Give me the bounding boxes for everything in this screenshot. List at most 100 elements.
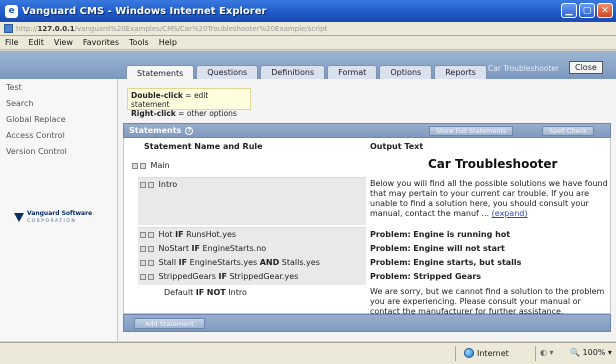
expand-plus-icon[interactable] [140, 245, 146, 252]
expand-plus-icon[interactable] [140, 181, 146, 188]
expand-plus-icon[interactable] [140, 273, 146, 280]
tab-strip: Statements Questions Definitions Format … [0, 51, 616, 80]
tab-list: Statements Questions Definitions Format … [126, 65, 487, 80]
problem-text: Stripped Gears [413, 272, 482, 281]
statement-row-default[interactable]: Default IF NOT Intro [164, 288, 247, 297]
window-title: Vanguard CMS - Windows Internet Explorer [22, 5, 267, 17]
intro-output-body: Below you will find all the possible sol… [370, 179, 608, 218]
tab-reports[interactable]: Reports [434, 65, 487, 79]
minimize-icon[interactable]: ▁ [561, 3, 577, 18]
maximize-icon[interactable]: ▢ [579, 3, 595, 18]
sidebar-item-version-control[interactable]: Version Control [6, 147, 67, 156]
statement-condition-2: Stalls.yes [281, 258, 320, 267]
problem-label: Problem: [370, 258, 411, 267]
menu-help[interactable]: Help [159, 38, 177, 47]
output-row-nostart: Problem: Engine will not start [370, 244, 608, 254]
keyword-not: NOT [206, 288, 226, 297]
statement-row-nostart[interactable]: NoStart IF EngineStarts.no [140, 244, 266, 253]
usage-hint: Double-click = edit statement Right-clic… [127, 88, 251, 118]
expand-plus-icon[interactable] [148, 245, 154, 252]
help-circle-icon[interactable]: ? [185, 126, 194, 135]
tab-statements[interactable]: Statements [126, 65, 195, 80]
statement-name: StrippedGears [158, 272, 216, 281]
statement-row-stall[interactable]: Stall IF EngineStarts.yes AND Stalls.yes [140, 258, 320, 267]
main-output-title: Car Troubleshooter [428, 157, 558, 171]
column-header-output: Output Text [370, 142, 424, 151]
sidebar-item-test[interactable]: Test [6, 83, 22, 92]
statement-main-label: Main [150, 161, 170, 170]
hint-right-click: Right-click [131, 109, 176, 118]
intro-output-text: Below you will find all the possible sol… [370, 179, 608, 219]
keyword-if: IF [195, 288, 205, 297]
tab-format[interactable]: Format [327, 65, 378, 79]
statement-condition: Intro [228, 288, 247, 297]
address-bar[interactable]: http://127.0.0.1/vanguard%20Examples/CMS… [0, 22, 616, 36]
statement-condition: EngineStarts.no [202, 244, 267, 253]
tab-definitions[interactable]: Definitions [260, 65, 326, 79]
sidebar-item-access-control[interactable]: Access Control [6, 131, 65, 140]
sidebar-item-search[interactable]: Search [6, 99, 33, 108]
close-icon[interactable]: ✕ [597, 3, 613, 18]
output-row-stall: Problem: Engine starts, but stalls [370, 258, 608, 268]
keyword-if: IF [178, 258, 188, 267]
statement-name: Hot [158, 230, 173, 239]
sidebar-item-global-replace[interactable]: Global Replace [6, 115, 66, 124]
window-titlebar: e Vanguard CMS - Windows Internet Explor… [0, 0, 616, 22]
expand-plus-icon[interactable] [140, 231, 146, 238]
expand-plus-icon[interactable] [140, 162, 146, 169]
menu-edit[interactable]: Edit [28, 38, 44, 47]
expand-plus-icon[interactable] [148, 181, 154, 188]
menu-tools[interactable]: Tools [129, 38, 149, 47]
menu-view[interactable]: View [54, 38, 73, 47]
window-controls: ▁ ▢ ✕ [561, 3, 613, 18]
protected-mode-icon[interactable]: ◐ ▾ [540, 348, 554, 357]
statement-row-intro[interactable]: Intro [140, 180, 177, 189]
menu-file[interactable]: File [5, 38, 18, 47]
statement-name: Default [164, 288, 194, 297]
output-row-hot: Problem: Engine is running hot [370, 230, 608, 240]
statements-header: Statements ? Show Full Statements Spell … [123, 123, 611, 138]
hint-double-click: Double-click [131, 91, 183, 100]
hint-options-text: = other options [175, 109, 237, 118]
show-full-statements-button[interactable]: Show Full Statements [429, 126, 514, 136]
zoom-level[interactable]: 🔍 100% ▾ [570, 348, 612, 357]
vanguard-logo-mark [14, 213, 24, 222]
tab-options[interactable]: Options [379, 65, 433, 79]
problem-label: Problem: [370, 272, 411, 281]
tab-questions[interactable]: Questions [196, 65, 259, 79]
menu-favorites[interactable]: Favorites [83, 38, 119, 47]
status-divider [455, 346, 456, 361]
statement-intro-label: Intro [158, 180, 178, 189]
zone-label: Internet [477, 348, 509, 358]
expand-plus-icon[interactable] [148, 259, 154, 266]
address-text[interactable]: http://127.0.0.1/vanguard%20Examples/CMS… [16, 25, 327, 33]
problem-text: Engine is running hot [413, 230, 511, 239]
status-divider [535, 346, 536, 361]
output-row-strippedgears: Problem: Stripped Gears [370, 272, 608, 282]
statement-condition: RunsHot.yes [186, 230, 237, 239]
expand-plus-icon[interactable] [148, 231, 154, 238]
globe-icon [464, 348, 474, 358]
keyword-and: AND [259, 258, 280, 267]
expand-link[interactable]: (expand) [492, 209, 528, 218]
problem-label: Problem: [370, 230, 411, 239]
expand-plus-icon[interactable] [132, 162, 138, 169]
expand-plus-icon[interactable] [140, 259, 146, 266]
statement-row-main[interactable]: Main [132, 161, 170, 170]
spell-check-button[interactable]: Spell Check [542, 126, 594, 136]
security-zone[interactable]: Internet [464, 348, 509, 358]
app-label: Car Troubleshooter [488, 64, 559, 73]
statements-title: Statements [129, 126, 182, 135]
statements-footer: Add Statement [123, 314, 611, 332]
add-statement-button[interactable]: Add Statement [134, 318, 205, 329]
main-panel: Double-click = edit statement Right-clic… [118, 79, 616, 341]
expand-plus-icon[interactable] [148, 273, 154, 280]
logo-name: Vanguard Software [27, 210, 93, 217]
column-header-name: Statement Name and Rule [144, 142, 263, 151]
zoom-value: 100% [582, 348, 606, 357]
problem-text: Engine will not start [413, 244, 505, 253]
logo-sub: CORPORATION [27, 219, 77, 224]
statement-row-strippedgears[interactable]: StrippedGears IF StrippedGear.yes [140, 272, 298, 281]
statement-row-hot[interactable]: Hot IF RunsHot.yes [140, 230, 236, 239]
close-button[interactable]: Close [569, 61, 603, 74]
